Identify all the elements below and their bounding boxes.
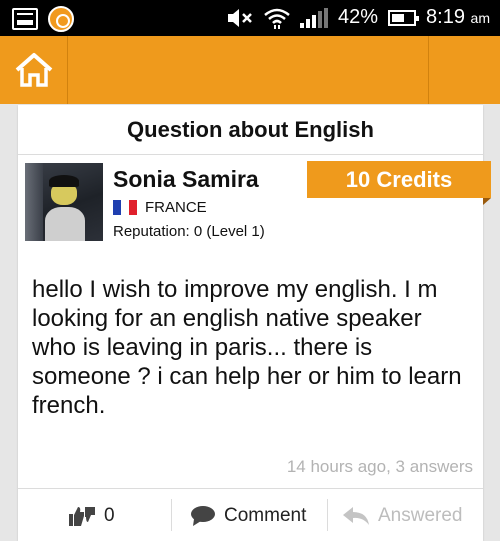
home-icon: [15, 53, 52, 87]
country-label: FRANCE: [145, 199, 207, 216]
clock-time: 8:19: [426, 6, 465, 28]
toolbar-divider: [428, 36, 429, 104]
question-card: Question about English Sonia Samira FRAN…: [18, 105, 491, 541]
clock-suffix: am: [470, 10, 490, 26]
action-divider: [327, 499, 328, 531]
reply-icon: [343, 506, 369, 525]
vote-button[interactable]: 0: [68, 489, 115, 541]
signal-icon: [300, 7, 329, 28]
action-divider: [171, 499, 172, 531]
question-meta: 14 hours ago, 3 answers: [286, 457, 473, 476]
action-bar: 0 Comment Answered: [18, 488, 483, 541]
author-country: FRANCE: [113, 199, 207, 216]
credits-badge-fold: [483, 198, 491, 205]
question-title: Question about English: [18, 105, 483, 155]
app-toolbar: [0, 36, 500, 104]
gallery-icon: [12, 8, 38, 30]
home-button[interactable]: [0, 36, 68, 104]
comment-icon: [191, 505, 215, 526]
wifi-icon: [264, 8, 290, 29]
answered-label: Answered: [378, 504, 463, 526]
france-flag-icon: [113, 200, 137, 215]
app-circle-icon: [48, 6, 74, 32]
battery-percent: 42%: [338, 6, 379, 28]
question-body: hello I wish to improve my english. I m …: [32, 276, 462, 419]
status-bar: 42% 8:19 am: [0, 0, 500, 36]
author-name[interactable]: Sonia Samira: [113, 166, 259, 193]
answered-button[interactable]: Answered: [342, 489, 463, 541]
comment-label: Comment: [224, 504, 307, 526]
thumbs-up-down-icon: [69, 506, 95, 526]
battery-icon: [388, 9, 420, 26]
mute-icon: [228, 8, 252, 27]
avatar[interactable]: [25, 163, 103, 241]
comment-button[interactable]: Comment: [190, 489, 306, 541]
credits-badge: 10 Credits: [307, 161, 491, 198]
clock: 8:19 am: [426, 6, 490, 29]
vote-count: 0: [104, 504, 115, 526]
author-reputation: Reputation: 0 (Level 1): [113, 223, 265, 240]
